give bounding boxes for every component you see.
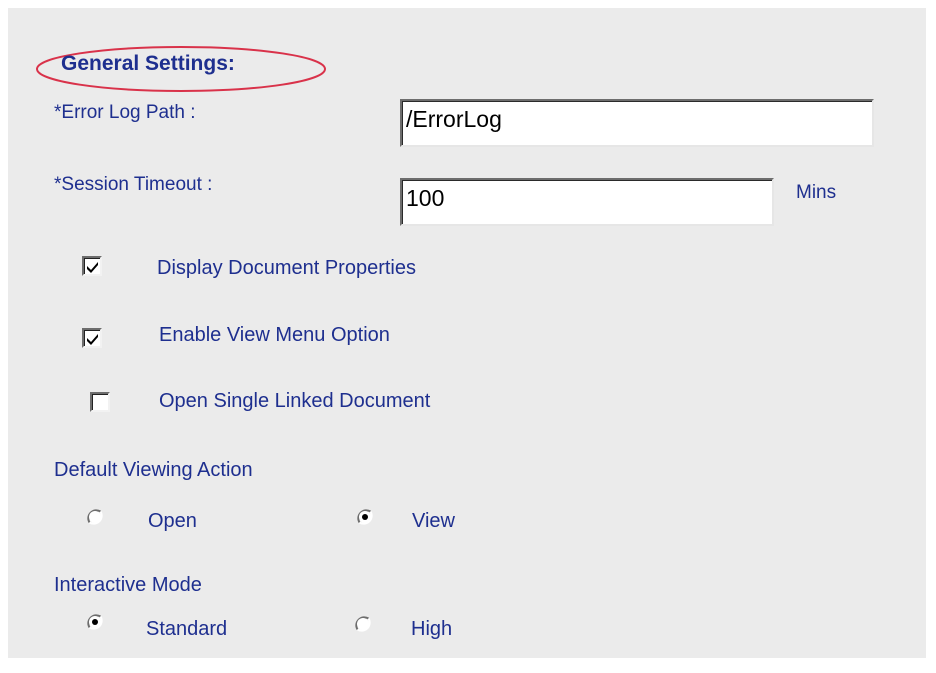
standard-radio-label: Standard xyxy=(146,618,228,640)
checkmark-icon xyxy=(87,334,98,345)
checkmark-icon xyxy=(87,262,98,273)
enable-view-menu-option-checkbox[interactable] xyxy=(82,328,102,348)
session-timeout-input[interactable]: 100 xyxy=(400,178,774,226)
display-document-properties-label: Display Document Properties xyxy=(157,257,416,279)
high-radio[interactable] xyxy=(354,615,372,633)
open-radio-label: Open xyxy=(148,510,197,532)
open-radio[interactable] xyxy=(86,508,104,526)
high-radio-label: High xyxy=(411,618,453,640)
open-single-linked-document-label: Open Single Linked Document xyxy=(159,390,431,412)
view-radio-label: View xyxy=(412,510,455,532)
interactive-mode-label: Interactive Mode xyxy=(54,574,202,596)
default-viewing-action-label: Default Viewing Action xyxy=(54,459,253,481)
error-log-path-input[interactable]: /ErrorLog xyxy=(400,99,874,147)
radio-selected-dot xyxy=(92,619,98,625)
open-single-linked-document-checkbox[interactable] xyxy=(90,392,110,412)
error-log-path-label: *Error Log Path : xyxy=(54,102,196,123)
radio-selected-dot xyxy=(362,514,368,520)
view-radio[interactable] xyxy=(356,508,374,526)
settings-panel: General Settings: *Error Log Path : /Err… xyxy=(8,8,926,658)
session-timeout-unit: Mins xyxy=(796,182,837,203)
enable-view-menu-option-label: Enable View Menu Option xyxy=(159,324,390,346)
section-title: General Settings: xyxy=(61,52,235,75)
standard-radio[interactable] xyxy=(86,613,104,631)
display-document-properties-checkbox[interactable] xyxy=(82,256,102,276)
session-timeout-label: *Session Timeout : xyxy=(54,174,213,195)
